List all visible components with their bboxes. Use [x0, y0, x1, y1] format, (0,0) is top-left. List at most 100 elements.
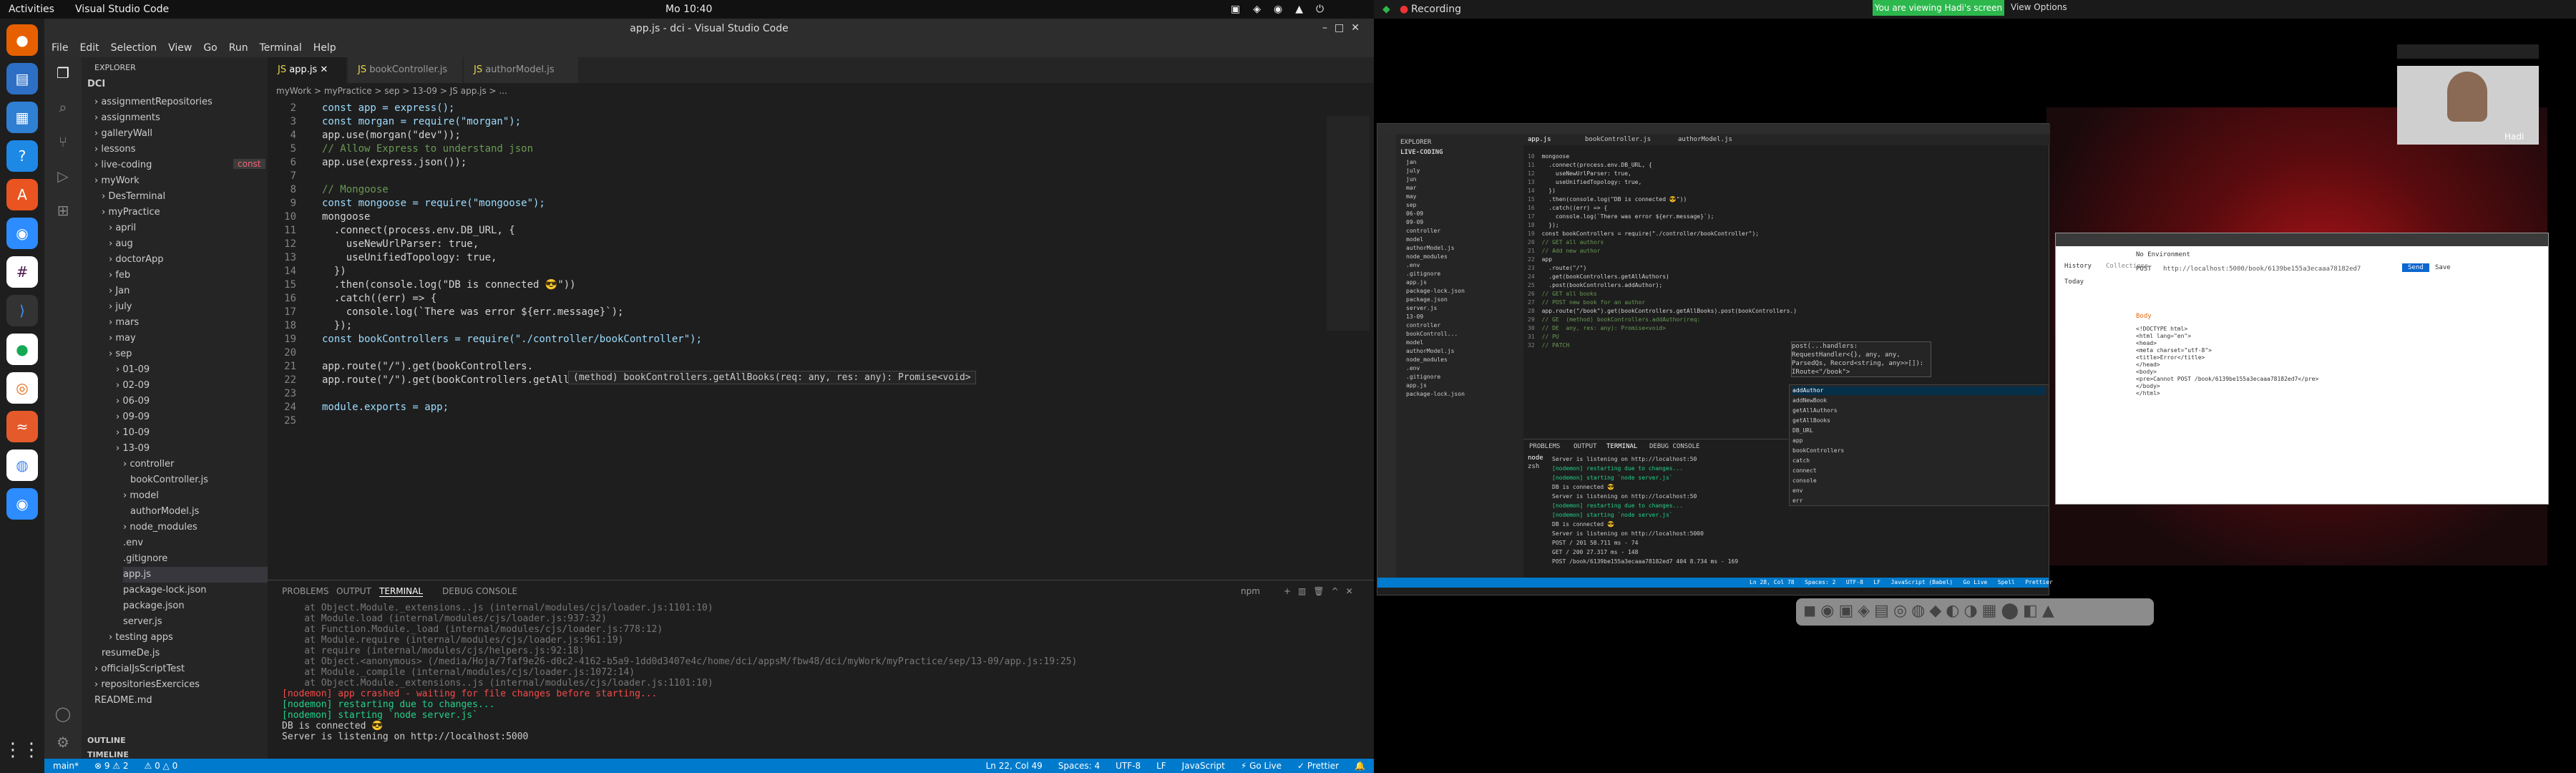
menu-go[interactable]: Go — [203, 42, 217, 54]
dock-app-icons[interactable]: ◼◉▣◈▤◎◍◆◐◑▦⬤◧▲ — [1803, 602, 2059, 620]
tree-folder[interactable]: › april — [109, 220, 136, 236]
shared-tree-item[interactable]: .env — [1406, 261, 1420, 270]
shared-tree-item[interactable]: authorModel.js — [1406, 244, 1454, 253]
code-line[interactable]: 3 const morgan = require("morgan"); — [268, 115, 522, 129]
shared-tree-item[interactable]: sep — [1406, 201, 1416, 210]
shared-panel-problems[interactable]: PROBLEMS — [1529, 442, 1560, 451]
shared-term-zsh[interactable]: zsh — [1528, 462, 1539, 471]
shared-tree-item[interactable]: controller — [1406, 227, 1440, 235]
shared-tree-item[interactable]: .gitignore — [1406, 373, 1440, 381]
minimap[interactable] — [1327, 116, 1370, 331]
tree-folder[interactable]: › may — [109, 331, 136, 346]
shared-tree-item[interactable]: 06-09 — [1406, 210, 1423, 218]
shared-tree-item[interactable]: .env — [1406, 364, 1420, 373]
postman-icon[interactable]: ◎ — [6, 372, 38, 404]
shared-tab-author-model[interactable]: authorModel.js — [1678, 135, 1732, 144]
tree-folder[interactable]: › doctorApp — [109, 252, 164, 268]
suggestion-item[interactable]: getAllBooks — [1792, 417, 2046, 425]
request-url[interactable]: http://localhost:5000/book/6139be155a3ec… — [2163, 265, 2361, 273]
workspace-root[interactable]: DCI — [87, 79, 105, 89]
send-button[interactable]: Send — [2402, 263, 2429, 272]
vscode-icon[interactable]: ⟩ — [6, 295, 38, 326]
code-line[interactable]: 4 app.use(morgan("dev")); — [268, 129, 461, 142]
tree-folder[interactable]: › lessons — [94, 142, 135, 157]
tree-file[interactable]: resumeDe.js — [102, 646, 160, 661]
tree-folder[interactable]: › 06-09 — [116, 394, 150, 409]
breadcrumb[interactable]: myWork > myPractice > sep > 13-09 > JS a… — [268, 83, 507, 99]
tree-folder[interactable]: › testing apps — [109, 630, 173, 646]
help-icon[interactable]: ? — [6, 140, 38, 172]
chrome-icon[interactable]: ◍ — [6, 449, 38, 481]
suggestion-item[interactable]: addAuthor — [1792, 386, 2046, 395]
code-line[interactable]: 17 console.log(`There was error ${err.me… — [268, 306, 623, 319]
tree-folder[interactable]: › controller — [123, 457, 174, 472]
code-line[interactable]: 18 }); — [268, 319, 352, 333]
firefox-icon[interactable]: ● — [6, 24, 38, 56]
panel-tab-output[interactable]: OUTPUT — [336, 586, 371, 596]
shared-tree-item[interactable]: .gitignore — [1406, 270, 1440, 278]
eol[interactable]: LF — [1156, 761, 1166, 771]
tab-book-controller[interactable]: JS bookController.js — [348, 57, 462, 83]
history-tab[interactable]: History — [2064, 262, 2092, 271]
shared-tree-item[interactable]: jan — [1406, 158, 1416, 167]
shared-tab-book-controller[interactable]: bookController.js — [1585, 135, 1651, 144]
app-menu[interactable]: Visual Studio Code — [75, 4, 169, 15]
tree-file[interactable]: server.js — [123, 614, 162, 630]
problems-count[interactable]: ⚠ 0 △ 0 — [145, 761, 178, 771]
tray-icons[interactable]: ▣◈◉▲⏻ — [1231, 4, 1337, 15]
code-line[interactable]: 14 }) — [268, 265, 346, 278]
terminal-shell-select[interactable]: npm — [1241, 586, 1260, 596]
code-line[interactable]: 5 // Allow Express to understand json — [268, 142, 533, 156]
no-environment-select[interactable]: No Environment — [2136, 251, 2190, 259]
shared-tree-item[interactable]: package.json — [1406, 296, 1448, 304]
app-grid-icon[interactable]: ⋮⋮ — [4, 734, 41, 766]
shared-tree-item[interactable]: model — [1406, 339, 1423, 347]
shared-tree-item[interactable]: controller — [1406, 321, 1440, 330]
tree-folder[interactable]: › model — [123, 488, 159, 504]
code-line[interactable]: 15 .then(console.log("DB is connected 😎"… — [268, 278, 575, 292]
tree-folder[interactable]: › mars — [109, 315, 139, 331]
code-line[interactable]: 2 const app = express(); — [268, 102, 455, 115]
tree-folder[interactable]: › galleryWall — [94, 126, 152, 142]
view-options-button[interactable]: View Options — [2011, 2, 2067, 12]
language-mode[interactable]: JavaScript — [1182, 761, 1225, 771]
tree-folder[interactable]: › sep — [109, 346, 132, 362]
shared-tree-item[interactable]: server.js — [1406, 304, 1437, 313]
shared-tree-item[interactable]: bookControll... — [1406, 330, 1458, 339]
tree-file[interactable]: authorModel.js — [130, 504, 199, 520]
shared-tree-item[interactable]: app.js — [1406, 278, 1427, 287]
tree-folder[interactable]: › assignmentRepositories — [94, 94, 213, 110]
shared-tree-item[interactable]: app.js — [1406, 381, 1427, 390]
explorer-icon[interactable]: ❐ — [53, 64, 73, 84]
tree-folder[interactable]: › Jan — [109, 283, 130, 299]
suggestion-item[interactable]: env — [1792, 487, 2046, 495]
code-line[interactable]: 12 useNewUrlParser: true, — [268, 238, 479, 251]
slack-icon[interactable]: # — [6, 256, 38, 288]
shared-tree-item[interactable]: package-lock.json — [1406, 287, 1465, 296]
cursor-position[interactable]: Ln 22, Col 49 — [986, 761, 1043, 771]
tree-folder[interactable]: › feb — [109, 268, 130, 283]
search-icon[interactable]: ⌕ — [53, 99, 73, 119]
clock[interactable]: Mo 10:40 — [665, 4, 712, 15]
software-icon[interactable]: A — [6, 179, 38, 210]
suggestion-item[interactable]: err — [1792, 497, 2046, 505]
code-line[interactable]: 10 mongoose — [268, 210, 370, 224]
tree-folder[interactable]: › live-coding — [94, 157, 152, 173]
window-controls[interactable]: –□✕ — [1322, 22, 1367, 34]
shared-tree-item[interactable]: authorModel.js — [1406, 347, 1454, 356]
menu-help[interactable]: Help — [313, 42, 336, 54]
suggestion-item[interactable]: console — [1792, 477, 2046, 485]
menu-file[interactable]: File — [52, 42, 68, 54]
tree-folder[interactable]: › officialJsScriptTest — [94, 661, 185, 677]
code-line[interactable]: 13 useUnifiedTopology: true, — [268, 251, 497, 265]
suggestion-item[interactable]: getAllAuthors — [1792, 407, 2046, 415]
writer-icon[interactable]: ▦ — [6, 102, 38, 133]
tree-folder[interactable]: › assignments — [94, 110, 160, 126]
suggestion-item[interactable]: addNewBook — [1792, 397, 2046, 405]
shared-tree-item[interactable]: model — [1406, 235, 1423, 244]
shared-tree-item[interactable]: mar — [1406, 184, 1416, 193]
source-control-icon[interactable]: ⑂ — [53, 133, 73, 153]
suggestion-item[interactable]: DB_URL — [1792, 427, 2046, 435]
menu-run[interactable]: Run — [229, 42, 248, 54]
tree-file[interactable]: bookController.js — [130, 472, 208, 488]
